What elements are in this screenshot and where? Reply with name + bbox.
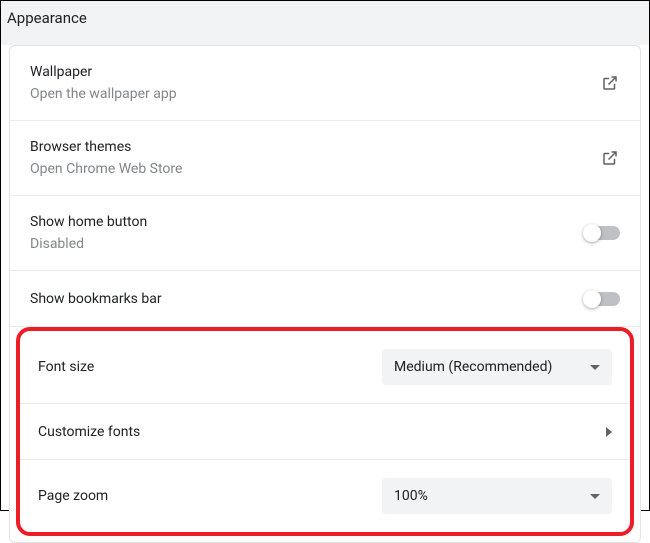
bookmarks-bar-toggle[interactable] <box>584 292 620 306</box>
row-text: Browser themes Open Chrome Web Store <box>30 139 182 177</box>
section-header: Appearance <box>1 1 649 45</box>
row-text: Show home button Disabled <box>30 214 147 252</box>
external-link-icon <box>600 148 620 168</box>
external-link-icon <box>600 73 620 93</box>
row-title: Browser themes <box>30 139 182 155</box>
select-value: Medium (Recommended) <box>394 359 552 375</box>
chevron-right-icon <box>606 427 612 437</box>
home-button-toggle[interactable] <box>584 226 620 240</box>
chevron-down-icon <box>590 494 600 499</box>
highlighted-group: Font size Medium (Recommended) Customize… <box>16 327 634 536</box>
row-subtitle: Disabled <box>30 236 147 252</box>
section-title: Appearance <box>7 9 87 27</box>
settings-panel: Wallpaper Open the wallpaper app Browser… <box>9 45 641 543</box>
show-bookmarks-bar-row: Show bookmarks bar <box>10 271 640 327</box>
row-text: Wallpaper Open the wallpaper app <box>30 64 177 102</box>
customize-fonts-row[interactable]: Customize fonts <box>20 404 630 460</box>
font-size-select[interactable]: Medium (Recommended) <box>382 349 612 385</box>
toggle-knob <box>583 224 601 242</box>
row-subtitle: Open Chrome Web Store <box>30 161 182 177</box>
row-title: Page zoom <box>38 488 108 504</box>
toggle-knob <box>583 290 601 308</box>
chevron-down-icon <box>590 365 600 370</box>
select-value: 100% <box>394 488 428 504</box>
font-size-row: Font size Medium (Recommended) <box>20 331 630 404</box>
browser-themes-row[interactable]: Browser themes Open Chrome Web Store <box>10 121 640 196</box>
row-subtitle: Open the wallpaper app <box>30 86 177 102</box>
show-home-button-row: Show home button Disabled <box>10 196 640 271</box>
row-title: Font size <box>38 359 94 375</box>
page-zoom-select[interactable]: 100% <box>382 478 612 514</box>
row-text: Show bookmarks bar <box>30 291 162 307</box>
row-title: Show bookmarks bar <box>30 291 162 307</box>
row-title: Customize fonts <box>38 424 140 440</box>
row-title: Show home button <box>30 214 147 230</box>
page-zoom-row: Page zoom 100% <box>20 460 630 532</box>
row-title: Wallpaper <box>30 64 177 80</box>
wallpaper-row[interactable]: Wallpaper Open the wallpaper app <box>10 46 640 121</box>
